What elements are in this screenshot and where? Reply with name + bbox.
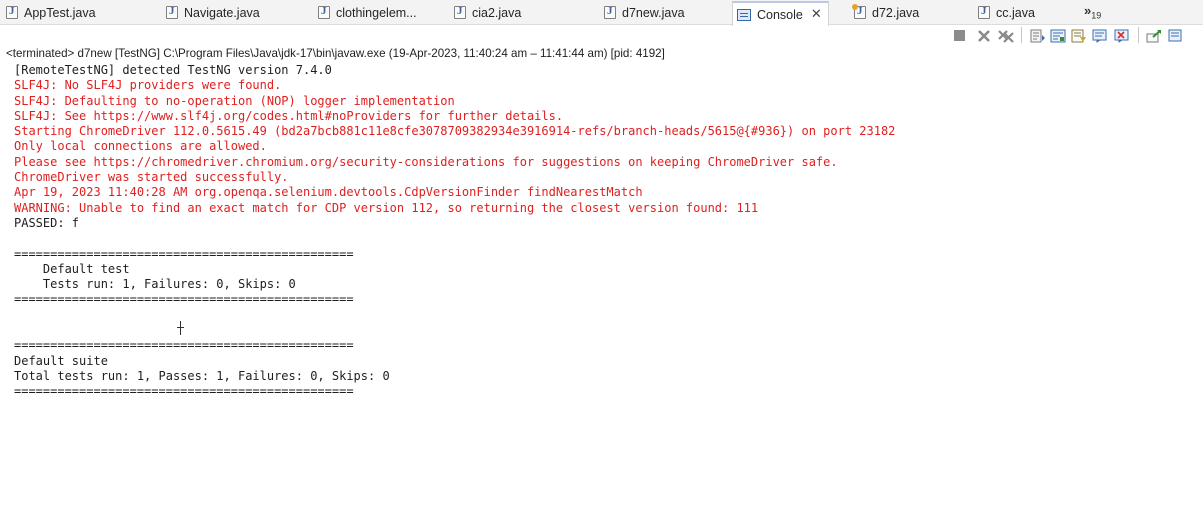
close-icon[interactable]: ✕ [811,7,822,22]
tab-cia2[interactable]: cia2.java [454,3,521,22]
console-view: AppTest.java Navigate.java clothingelem.… [0,0,1203,509]
console-line: [RemoteTestNG] detected TestNG version 7… [14,63,332,77]
toolbar-separator [1021,27,1022,43]
console-line: Please see https://chromedriver.chromium… [14,154,838,169]
console-line: PASSED: f [14,215,80,230]
tab-d7new[interactable]: d7new.java [604,3,685,22]
console-line: Tests run: 1, Failures: 0, Skips: 0 [14,277,296,292]
terminate-icon[interactable] [954,30,965,41]
java-file-icon [454,5,466,19]
console-line: Default test [14,261,130,276]
tab-label: d72.java [872,5,920,20]
console-output[interactable]: [RemoteTestNG] detected TestNG version 7… [14,63,1194,400]
console-line: ChromeDriver was started successfully. [14,170,289,185]
pin-console-icon[interactable] [1146,28,1162,43]
java-file-icon [166,5,178,19]
remove-all-terminated-icon[interactable] [997,28,1014,43]
tab-cc[interactable]: cc.java [978,3,1035,22]
tab-label: cia2.java [472,5,522,20]
tab-apptest[interactable]: AppTest.java [6,3,96,22]
console-line: Default suite [14,353,108,368]
console-icon [737,8,751,21]
open-console-icon[interactable] [1168,28,1184,42]
java-file-icon [318,5,330,19]
console-line: ========================================… [14,338,354,353]
console-line: SLF4J: See https://www.slf4j.org/codes.h… [14,108,564,123]
console-line: SLF4J: No SLF4J providers were found. [14,78,282,93]
tab-navigate[interactable]: Navigate.java [166,3,260,22]
tab-clothingelem[interactable]: clothingelem... [318,3,417,22]
toolbar-separator [1138,27,1139,43]
tab-label: cc.java [996,5,1035,20]
console-line: Apr 19, 2023 11:40:28 AM org.openqa.sele… [14,185,643,200]
tab-label: clothingelem... [336,5,417,20]
console-line: ========================================… [14,292,354,307]
launch-status-line: <terminated> d7new [TestNG] C:\Program F… [6,47,665,60]
remove-launch-icon[interactable] [976,28,992,42]
tab-label: Navigate.java [184,5,260,20]
editor-tab-bar: AppTest.java Navigate.java clothingelem.… [0,0,1203,26]
tab-label: Console [757,7,803,22]
console-line: Starting ChromeDriver 112.0.5615.49 (bd2… [14,124,896,139]
hidden-tab-count: 19 [1091,10,1102,21]
tab-overflow-button[interactable]: »19 [1084,3,1101,21]
tab-label: d7new.java [622,5,685,20]
console-line: ========================================… [14,246,354,261]
show-console-on-output-icon[interactable] [1092,28,1108,43]
console-line: Only local connections are allowed. [14,139,267,154]
tab-console[interactable]: Console ✕ [732,1,829,26]
scroll-lock-icon[interactable] [1030,28,1046,43]
console-line: ========================================… [14,384,354,399]
console-line: Total tests run: 1, Passes: 1, Failures:… [14,368,390,383]
clear-console-icon[interactable] [1071,28,1087,43]
text-cursor [177,321,184,335]
console-line: WARNING: Unable to find an exact match f… [14,200,759,215]
tab-label: AppTest.java [24,5,96,20]
console-line: SLF4J: Defaulting to no-operation (NOP) … [14,93,455,108]
tab-d72[interactable]: d72.java [852,3,920,22]
java-file-icon [6,5,18,19]
word-wrap-icon[interactable] [1050,28,1066,43]
show-console-on-error-icon[interactable] [1114,28,1130,43]
java-file-icon [978,5,990,19]
java-file-icon [852,4,866,19]
java-file-icon [604,5,616,19]
